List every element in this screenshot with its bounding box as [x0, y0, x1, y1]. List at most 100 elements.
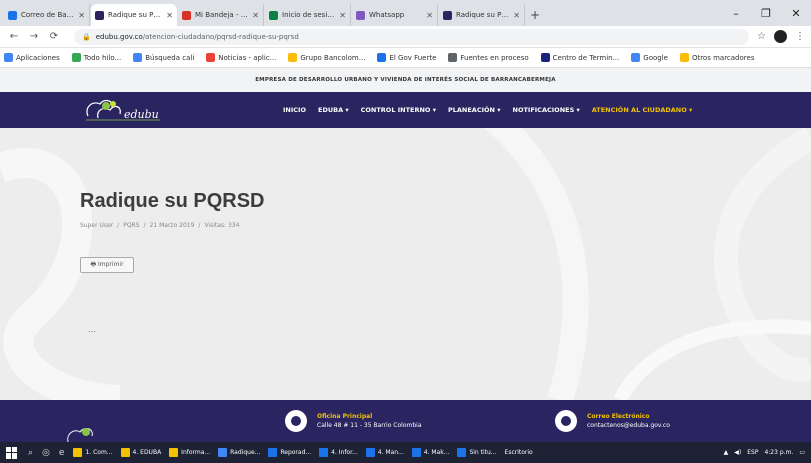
- notifications-icon[interactable]: ▭: [799, 449, 805, 456]
- taskbar-app-label: 4. Infor...: [331, 449, 358, 456]
- close-icon[interactable]: ✕: [781, 0, 811, 26]
- volume-icon[interactable]: ◀): [734, 449, 741, 456]
- tab-title: Mi Bandeja - pedidos (2): [195, 11, 250, 19]
- browser-tab[interactable]: Correo de Bancolombia✕: [4, 4, 90, 26]
- maximize-icon[interactable]: ❐: [751, 0, 781, 26]
- taskbar-app[interactable]: Radique...: [218, 448, 260, 457]
- taskbar-app-label: Informa...: [181, 449, 211, 456]
- bookmark-item[interactable]: Noticias - aplic...: [206, 53, 276, 62]
- bookmark-item[interactable]: Grupo Bancolom...: [288, 53, 365, 62]
- bookmark-star-icon[interactable]: ☆: [757, 31, 766, 42]
- clock[interactable]: 4:23 p.m.: [764, 449, 793, 456]
- site-main-menu: INICIO EDUBA ▾ CONTROL INTERNO ▾ PLANEACIÓN…: [283, 92, 692, 128]
- bookmark-favicon-icon: [288, 53, 298, 62]
- browser-tab[interactable]: Radique su PQRSD✕: [91, 4, 177, 26]
- address-bar[interactable]: 🔒 edubu.gov.co /atencion-ciudadano/pqrsd…: [74, 28, 750, 45]
- tab-close-icon[interactable]: ✕: [513, 11, 520, 20]
- tab-close-icon[interactable]: ✕: [252, 11, 259, 20]
- print-button[interactable]: 🖶 Imprimir: [80, 257, 134, 273]
- tab-favicon-icon: [443, 10, 452, 20]
- profile-avatar[interactable]: [774, 30, 787, 43]
- taskbar-app-label: 4. EDUBA: [132, 449, 162, 456]
- taskbar-app-label: Reporad...: [280, 449, 312, 456]
- site-menu-item[interactable]: CONTROL INTERNO ▾: [361, 106, 436, 114]
- meta-category[interactable]: PQRS: [123, 222, 139, 229]
- language-indicator[interactable]: ESP: [747, 449, 758, 456]
- reload-icon[interactable]: ⟳: [46, 31, 62, 42]
- taskbar-app[interactable]: Reporad...: [268, 448, 311, 457]
- browser-tab[interactable]: Radique su PQRSD✕: [439, 4, 525, 26]
- taskbar-app-label: 4. Mak...: [423, 449, 450, 456]
- taskbar-app-icon: [169, 448, 179, 457]
- new-tab-button[interactable]: +: [526, 4, 544, 26]
- task-view-icon[interactable]: ◎: [42, 448, 50, 458]
- bookmark-item[interactable]: Fuentes en proceso: [448, 53, 529, 62]
- edge-icon[interactable]: e: [59, 448, 65, 458]
- meta-hits: Visitas: 334: [204, 222, 240, 229]
- windows-start-icon[interactable]: [6, 446, 18, 459]
- bookmark-item[interactable]: Búsqueda cali: [133, 53, 194, 62]
- bookmark-label: Otros marcadores: [691, 53, 755, 62]
- taskbar-search-box[interactable]: Escritorio: [505, 449, 533, 456]
- taskbar-app[interactable]: 4. EDUBA: [120, 448, 162, 457]
- forward-icon[interactable]: →: [26, 31, 42, 42]
- loading-ellipsis: ...: [88, 325, 96, 334]
- bookmark-item[interactable]: El Gov Fuerte: [377, 53, 436, 62]
- tab-close-icon[interactable]: ✕: [78, 11, 85, 20]
- network-icon[interactable]: ▲: [724, 449, 729, 456]
- taskbar-app-label: 4. Man...: [377, 449, 404, 456]
- footer-email-value[interactable]: contactenos@eduba.gov.co: [587, 421, 670, 430]
- taskbar-app-label: 1. Com...: [85, 449, 113, 456]
- bookmark-label: Google: [643, 53, 668, 62]
- bookmark-item[interactable]: Centro de Termin...: [540, 53, 620, 62]
- eduba-logo[interactable]: edubu: [80, 94, 170, 126]
- url-domain: edubu.gov.co: [95, 32, 143, 41]
- bookmark-item[interactable]: Google: [631, 53, 668, 62]
- taskbar-app[interactable]: 1. Com...: [73, 448, 113, 457]
- tab-favicon-icon: [182, 10, 191, 20]
- site-menu-item[interactable]: PLANEACIÓN ▾: [448, 106, 501, 114]
- back-icon[interactable]: ←: [6, 31, 22, 42]
- footer-logo: [67, 428, 93, 443]
- bookmark-label: Aplicaciones: [16, 53, 60, 62]
- bookmark-favicon-icon: [679, 53, 689, 62]
- browser-tab[interactable]: Mi Bandeja - pedidos (2)✕: [178, 4, 264, 26]
- footer-email-label: Correo Electrónico: [587, 413, 650, 420]
- bookmark-label: Fuentes en proceso: [460, 53, 529, 62]
- footer-email: Correo Electrónico contactenos@eduba.gov…: [555, 410, 670, 432]
- browser-tab[interactable]: Inicio de sesion de cuenta✕: [265, 4, 351, 26]
- tab-close-icon[interactable]: ✕: [166, 11, 173, 20]
- tab-close-icon[interactable]: ✕: [426, 11, 433, 20]
- site-menu-item[interactable]: NOTIFICACIONES ▾: [513, 106, 580, 114]
- site-menu-item[interactable]: ATENCIÓN AL CIUDADANO ▾: [592, 106, 693, 114]
- taskbar-app-icon: [365, 448, 375, 457]
- bookmark-item[interactable]: Todo hilo...: [71, 53, 121, 62]
- bookmarks-bar: Aplicaciones Todo hilo... Búsqueda cali Not…: [0, 48, 811, 68]
- bookmark-label: Búsqueda cali: [145, 53, 195, 62]
- taskbar-app-icon: [411, 448, 421, 457]
- bookmark-favicon-icon: [540, 53, 550, 62]
- minimize-icon[interactable]: –: [721, 0, 751, 26]
- window-controls: – ❐ ✕: [721, 0, 811, 26]
- taskbar-app[interactable]: Informa...: [169, 448, 210, 457]
- bookmark-label: Centro de Termin...: [552, 53, 620, 62]
- browser-menu-icon[interactable]: ⋮: [795, 31, 805, 42]
- tab-close-icon[interactable]: ✕: [339, 11, 346, 20]
- lock-icon: 🔒: [82, 32, 91, 41]
- browser-tab[interactable]: Whatsapp ✕: [352, 4, 438, 26]
- bookmark-item[interactable]: Aplicaciones: [4, 53, 60, 62]
- taskbar-app[interactable]: 4. Man...: [365, 448, 404, 457]
- site-menu-item[interactable]: INICIO: [283, 106, 306, 114]
- bookmark-item[interactable]: Otros marcadores: [679, 53, 755, 62]
- bookmark-favicon-icon: [631, 53, 641, 62]
- browser-tab-strip: Correo de Bancolombia✕Radique su PQRSD✕M…: [0, 0, 811, 26]
- taskbar-app[interactable]: 4. Mak...: [411, 448, 450, 457]
- taskbar-app[interactable]: Sin titu...: [457, 448, 497, 457]
- site-menu-item[interactable]: EDUBA ▾: [318, 106, 349, 114]
- taskbar-app[interactable]: 4. Infor...: [319, 448, 358, 457]
- site-navbar: edubu INICIO EDUBA ▾ CONTROL INTERNO ▾ PLAN…: [0, 92, 811, 128]
- system-tray: ▲ ◀) ESP 4:23 p.m. ▭: [724, 442, 805, 463]
- search-icon[interactable]: ⌕: [28, 448, 33, 458]
- site-footer: Oficina Principal Calle 48 # 11 - 35 Bar…: [0, 400, 811, 443]
- windows-taskbar: ⌕ ◎ e 1. Com... 4. EDUBA Informa... Radique…: [0, 442, 811, 463]
